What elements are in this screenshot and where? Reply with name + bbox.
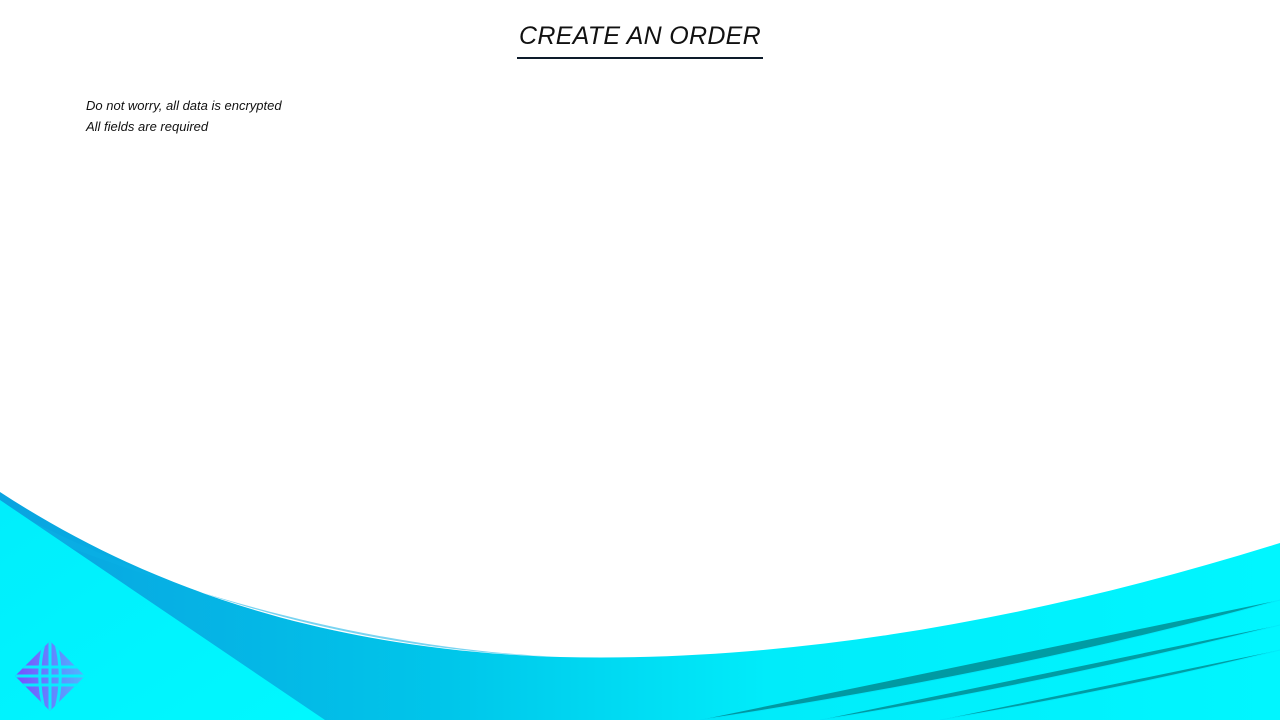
encryption-note: Do not worry, all data is encrypted <box>86 98 282 113</box>
page-title: CREATE AN ORDER <box>516 22 764 59</box>
required-fields-note: All fields are required <box>86 119 209 134</box>
title-container: CREATE AN ORDER <box>0 22 1280 59</box>
diamond-globe-icon <box>15 641 85 711</box>
logo-button[interactable] <box>14 640 86 712</box>
order-page: CREATE AN ORDER Do not worry, all data i… <box>0 0 1280 720</box>
form-notes: Do not worry, all data is encrypted All … <box>86 95 282 137</box>
